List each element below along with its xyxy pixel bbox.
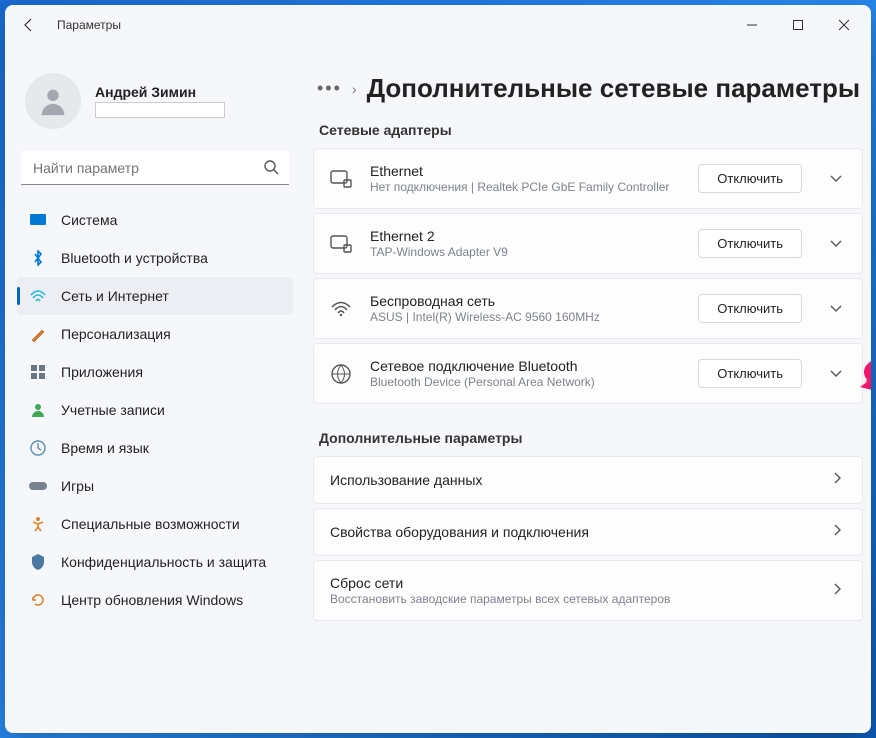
adapter-title: Сетевое подключение Bluetooth <box>370 358 680 374</box>
user-email-redacted <box>95 102 225 118</box>
more-title: Использование данных <box>330 472 806 488</box>
person-icon <box>36 84 70 118</box>
personalization-icon <box>29 326 47 342</box>
sidebar-item-label: Bluetooth и устройства <box>61 250 208 266</box>
ethernet-icon <box>330 235 352 253</box>
minimize-icon <box>746 19 758 31</box>
more-row-hardware-props[interactable]: Свойства оборудования и подключения <box>313 508 863 556</box>
more-title: Свойства оборудования и подключения <box>330 524 806 540</box>
content: ••• › Дополнительные сетевые параметры С… <box>305 45 871 733</box>
gaming-icon <box>29 480 47 492</box>
page-title: Дополнительные сетевые параметры <box>367 73 860 104</box>
close-button[interactable] <box>821 9 867 41</box>
adapter-row-bluetooth[interactable]: Сетевое подключение Bluetooth Bluetooth … <box>313 343 863 404</box>
search-input[interactable] <box>21 151 289 185</box>
settings-window: Параметры Андрей Зимин <box>5 5 871 733</box>
adapter-subtitle: Нет подключения | Realtek PCIe GbE Famil… <box>370 180 680 194</box>
sidebar-item-label: Персонализация <box>61 326 171 342</box>
maximize-button[interactable] <box>775 9 821 41</box>
avatar <box>25 73 81 129</box>
arrow-left-icon <box>21 17 37 33</box>
adapter-title: Ethernet 2 <box>370 228 680 244</box>
sidebar-item-update[interactable]: Центр обновления Windows <box>17 581 293 619</box>
sidebar-item-label: Игры <box>61 478 94 494</box>
system-icon <box>29 214 47 226</box>
titlebar: Параметры <box>5 5 871 45</box>
chevron-right-icon <box>824 582 846 600</box>
disable-button[interactable]: Отключить <box>698 294 802 323</box>
adapter-subtitle: ASUS | Intel(R) Wireless-AC 9560 160MHz <box>370 310 680 324</box>
sidebar-item-accounts[interactable]: Учетные записи <box>17 391 293 429</box>
adapter-title: Беспроводная сеть <box>370 293 680 309</box>
network-icon <box>29 289 47 303</box>
privacy-icon <box>29 554 47 570</box>
sidebar-item-label: Приложения <box>61 364 143 380</box>
maximize-icon <box>792 19 804 31</box>
breadcrumb: ••• › Дополнительные сетевые параметры <box>317 73 863 104</box>
sidebar-item-network[interactable]: Сеть и Интернет <box>17 277 293 315</box>
chevron-right-icon <box>824 523 846 541</box>
chevron-right-icon: › <box>352 81 357 97</box>
sidebar-item-label: Центр обновления Windows <box>61 592 243 608</box>
section-more-label: Дополнительные параметры <box>319 430 863 446</box>
back-button[interactable] <box>9 9 49 41</box>
disable-button[interactable]: Отключить <box>698 164 802 193</box>
adapter-title: Ethernet <box>370 163 680 179</box>
disable-button[interactable]: Отключить <box>698 359 802 388</box>
accounts-icon <box>29 402 47 418</box>
sidebar-item-personalization[interactable]: Персонализация <box>17 315 293 353</box>
ethernet-icon <box>330 170 352 188</box>
breadcrumb-ellipsis[interactable]: ••• <box>317 78 342 99</box>
chevron-down-icon[interactable] <box>820 170 846 188</box>
chevron-down-icon[interactable] <box>820 365 846 383</box>
adapter-subtitle: TAP-Windows Adapter V9 <box>370 245 680 259</box>
sidebar-item-label: Специальные возможности <box>61 516 240 532</box>
accessibility-icon <box>29 516 47 532</box>
sidebar: Андрей Зимин Система Bluetooth и устройс… <box>5 45 305 733</box>
sidebar-item-label: Система <box>61 212 117 228</box>
sidebar-item-label: Время и язык <box>61 440 149 456</box>
user-name: Андрей Зимин <box>95 84 225 100</box>
adapter-row-ethernet[interactable]: Ethernet Нет подключения | Realtek PCIe … <box>313 148 863 209</box>
sidebar-item-bluetooth[interactable]: Bluetooth и устройства <box>17 239 293 277</box>
sidebar-item-privacy[interactable]: Конфиденциальность и защита <box>17 543 293 581</box>
user-block[interactable]: Андрей Зимин <box>17 45 293 147</box>
bluetooth-network-icon <box>330 364 352 384</box>
adapter-row-wifi[interactable]: Беспроводная сеть ASUS | Intel(R) Wirele… <box>313 278 863 339</box>
sidebar-item-time-language[interactable]: Время и язык <box>17 429 293 467</box>
update-icon <box>29 592 47 608</box>
window-title: Параметры <box>57 18 121 32</box>
chevron-down-icon[interactable] <box>820 235 846 253</box>
more-title: Сброс сети <box>330 575 806 591</box>
disable-button[interactable]: Отключить <box>698 229 802 258</box>
window-controls <box>729 9 867 41</box>
apps-icon <box>29 364 47 380</box>
more-subtitle: Восстановить заводские параметры всех се… <box>330 592 806 606</box>
sidebar-item-apps[interactable]: Приложения <box>17 353 293 391</box>
sidebar-item-accessibility[interactable]: Специальные возможности <box>17 505 293 543</box>
more-row-network-reset[interactable]: Сброс сети Восстановить заводские параме… <box>313 560 863 621</box>
close-icon <box>838 19 850 31</box>
sidebar-item-system[interactable]: Система <box>17 201 293 239</box>
chevron-down-icon[interactable] <box>820 300 846 318</box>
sidebar-item-label: Учетные записи <box>61 402 165 418</box>
time-language-icon <box>29 440 47 456</box>
section-adapters-label: Сетевые адаптеры <box>319 122 863 138</box>
chevron-right-icon <box>824 471 846 489</box>
minimize-button[interactable] <box>729 9 775 41</box>
search-wrap <box>21 151 289 185</box>
adapter-subtitle: Bluetooth Device (Personal Area Network) <box>370 375 680 389</box>
adapter-row-ethernet2[interactable]: Ethernet 2 TAP-Windows Adapter V9 Отключ… <box>313 213 863 274</box>
search-icon <box>263 159 279 180</box>
more-row-data-usage[interactable]: Использование данных <box>313 456 863 504</box>
sidebar-item-label: Сеть и Интернет <box>61 288 169 304</box>
wifi-icon <box>330 301 352 317</box>
bluetooth-icon <box>29 250 47 266</box>
sidebar-item-gaming[interactable]: Игры <box>17 467 293 505</box>
sidebar-item-label: Конфиденциальность и защита <box>61 554 266 570</box>
